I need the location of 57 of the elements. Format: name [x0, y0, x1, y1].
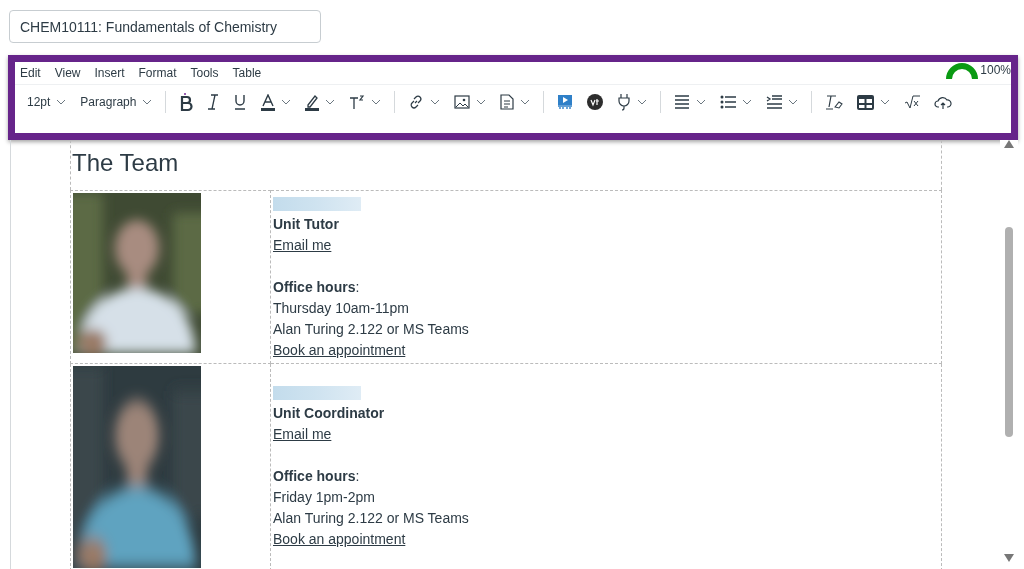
circle-logo-icon	[587, 94, 604, 110]
office-time: Friday 1pm-2pm	[273, 488, 376, 507]
chevron-icon	[880, 99, 891, 105]
plug-icon	[617, 93, 632, 111]
chevron-icon	[476, 99, 487, 105]
office-time: Thursday 10am-11pm	[273, 299, 410, 318]
chevron-icon	[430, 99, 441, 105]
media-icon	[557, 94, 574, 110]
booking-link[interactable]: Book an appointment	[273, 531, 406, 547]
scroll-down-icon[interactable]	[1004, 554, 1014, 562]
office-hours-label: Office hours:	[273, 278, 361, 297]
dropdown-select[interactable]: 12pt	[20, 89, 74, 115]
chevron-icon	[56, 99, 67, 105]
square-root-icon	[904, 95, 921, 109]
chevron-icon	[788, 99, 799, 105]
image-icon	[454, 95, 471, 109]
heading: The Team	[70, 140, 942, 190]
email-link[interactable]: Email me	[273, 426, 332, 442]
align-icon	[674, 95, 691, 109]
menu-item[interactable]: Insert	[94, 66, 125, 80]
menu-item[interactable]: Table	[232, 66, 262, 80]
chevron-icon	[142, 99, 153, 105]
bullet-list-icon	[720, 95, 737, 109]
role-label: Unit Tutor	[273, 215, 340, 234]
chevron-icon	[742, 99, 753, 105]
office-location: Alan Turing 2.122 or MS Teams	[273, 320, 470, 339]
italic-icon	[207, 94, 220, 110]
office-hours-label: Office hours:	[273, 467, 361, 486]
score-reading: 100%	[980, 63, 1011, 77]
chevron-icon	[520, 99, 531, 105]
role-label: Unit Coordinator	[273, 404, 386, 423]
scrollbar-thumb[interactable]	[1005, 227, 1013, 437]
menu-item[interactable]: Edit	[20, 66, 41, 80]
title-field[interactable]: CHEM10111: Fundamentals of Chemistry	[9, 10, 321, 43]
office-location: Alan Turing 2.122 or MS Teams	[273, 509, 470, 528]
menu-item[interactable]: Tools	[190, 66, 219, 80]
cloud-icon	[934, 94, 953, 110]
superscript-icon	[349, 95, 366, 109]
email-link[interactable]: Email me	[273, 237, 332, 253]
chevron-icon	[696, 99, 707, 105]
clear-format-icon	[825, 94, 844, 110]
gauge-icon	[945, 62, 980, 81]
chevron-icon	[325, 99, 336, 105]
underline-icon	[233, 94, 248, 110]
chevron-icon	[371, 99, 382, 105]
chevron-icon	[281, 99, 292, 105]
text-color-icon	[261, 93, 276, 111]
highlighter-icon	[305, 93, 320, 111]
menu-item[interactable]: View	[54, 66, 81, 80]
menu-item[interactable]: Format	[138, 66, 177, 80]
table-icon	[857, 94, 875, 110]
dropdown-select[interactable]: Paragraph	[73, 89, 160, 115]
document-icon	[500, 94, 515, 110]
booking-link[interactable]: Book an appointment	[273, 342, 406, 358]
indent-icon	[766, 95, 783, 109]
chevron-icon	[637, 99, 648, 105]
bold-icon	[179, 92, 194, 112]
